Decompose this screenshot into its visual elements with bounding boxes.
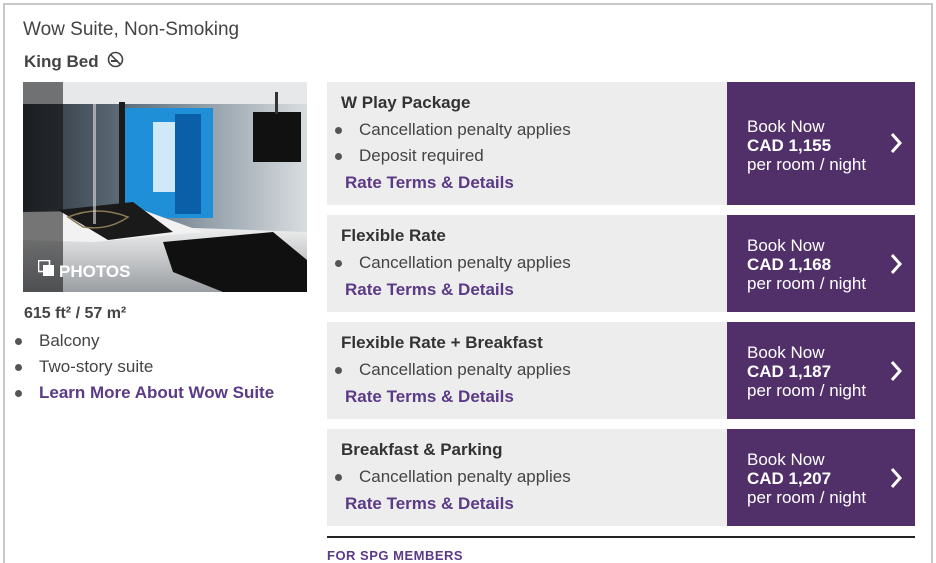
chevron-right-icon (889, 467, 903, 494)
book-now-text: Book Now CAD 1,155 per room / night (747, 117, 866, 174)
book-now-label: Book Now (747, 117, 825, 136)
learn-more-item: Learn More About Wow Suite (14, 382, 274, 408)
room-title: Wow Suite, Non-Smoking (23, 19, 240, 40)
book-now-button[interactable]: Book Now CAD 1,168 per room / night (727, 215, 915, 312)
rate-condition: Cancellation penalty applies (333, 119, 571, 145)
rate-terms-link[interactable]: Rate Terms & Details (345, 387, 514, 407)
chevron-right-icon (889, 132, 903, 159)
book-now-button[interactable]: Book Now CAD 1,155 per room / night (727, 82, 915, 205)
photos-label: PHOTOS (59, 261, 131, 281)
rate-name: Breakfast & Parking (341, 440, 503, 459)
rate-price: CAD 1,187 (747, 362, 832, 381)
book-now-text: Book Now CAD 1,168 per room / night (747, 236, 866, 293)
rate-condition: Cancellation penalty applies (333, 466, 571, 492)
learn-more-link[interactable]: Learn More About Wow Suite (39, 383, 274, 402)
photos-gallery-icon (37, 259, 56, 283)
rate-conditions: Cancellation penalty applies (333, 252, 571, 278)
rate-unit: per room / night (747, 155, 867, 174)
rate-name: Flexible Rate + Breakfast (341, 333, 543, 352)
section-divider (327, 536, 915, 538)
rate-terms-link[interactable]: Rate Terms & Details (345, 173, 514, 193)
rate-w-play-package: W Play Package Cancellation penalty appl… (327, 82, 915, 205)
book-now-button[interactable]: Book Now CAD 1,187 per room / night (727, 322, 915, 419)
rate-unit: per room / night (747, 274, 867, 293)
rate-unit: per room / night (747, 488, 867, 507)
rate-conditions: Cancellation penalty applies Deposit req… (333, 119, 571, 171)
rate-condition: Cancellation penalty applies (333, 252, 571, 278)
no-smoking-icon (107, 51, 124, 73)
chevron-right-icon (889, 360, 903, 387)
rate-condition: Cancellation penalty applies (333, 359, 571, 385)
book-now-button[interactable]: Book Now CAD 1,207 per room / night (727, 429, 915, 526)
book-now-label: Book Now (747, 343, 825, 362)
rate-conditions: Cancellation penalty applies (333, 359, 571, 385)
feature-item: Balcony (14, 330, 274, 356)
rate-name: Flexible Rate (341, 226, 446, 245)
rate-price: CAD 1,207 (747, 469, 832, 488)
rate-terms-link[interactable]: Rate Terms & Details (345, 280, 514, 300)
rate-terms-link[interactable]: Rate Terms & Details (345, 494, 514, 514)
rate-breakfast-parking: Breakfast & Parking Cancellation penalty… (327, 429, 915, 526)
chevron-right-icon (889, 253, 903, 280)
rate-flexible: Flexible Rate Cancellation penalty appli… (327, 215, 915, 312)
rate-unit: per room / night (747, 381, 867, 400)
rate-condition: Deposit required (333, 145, 571, 171)
rate-price: CAD 1,168 (747, 255, 832, 274)
rate-conditions: Cancellation penalty applies (333, 466, 571, 492)
members-heading: FOR SPG MEMBERS (327, 548, 464, 563)
photos-button[interactable]: PHOTOS (37, 259, 131, 283)
bed-label: King Bed (24, 52, 99, 71)
rate-name: W Play Package (341, 93, 471, 112)
bed-type: King Bed (24, 51, 124, 73)
book-now-label: Book Now (747, 450, 825, 469)
room-photo[interactable]: PHOTOS (23, 82, 307, 292)
room-features: Balcony Two-story suite Learn More About… (14, 330, 274, 408)
book-now-text: Book Now CAD 1,187 per room / night (747, 343, 866, 400)
rate-flexible-breakfast: Flexible Rate + Breakfast Cancellation p… (327, 322, 915, 419)
rate-price: CAD 1,155 (747, 136, 832, 155)
book-now-label: Book Now (747, 236, 825, 255)
room-size: 615 ft² / 57 m² (24, 305, 127, 322)
book-now-text: Book Now CAD 1,207 per room / night (747, 450, 866, 507)
feature-item: Two-story suite (14, 356, 274, 382)
